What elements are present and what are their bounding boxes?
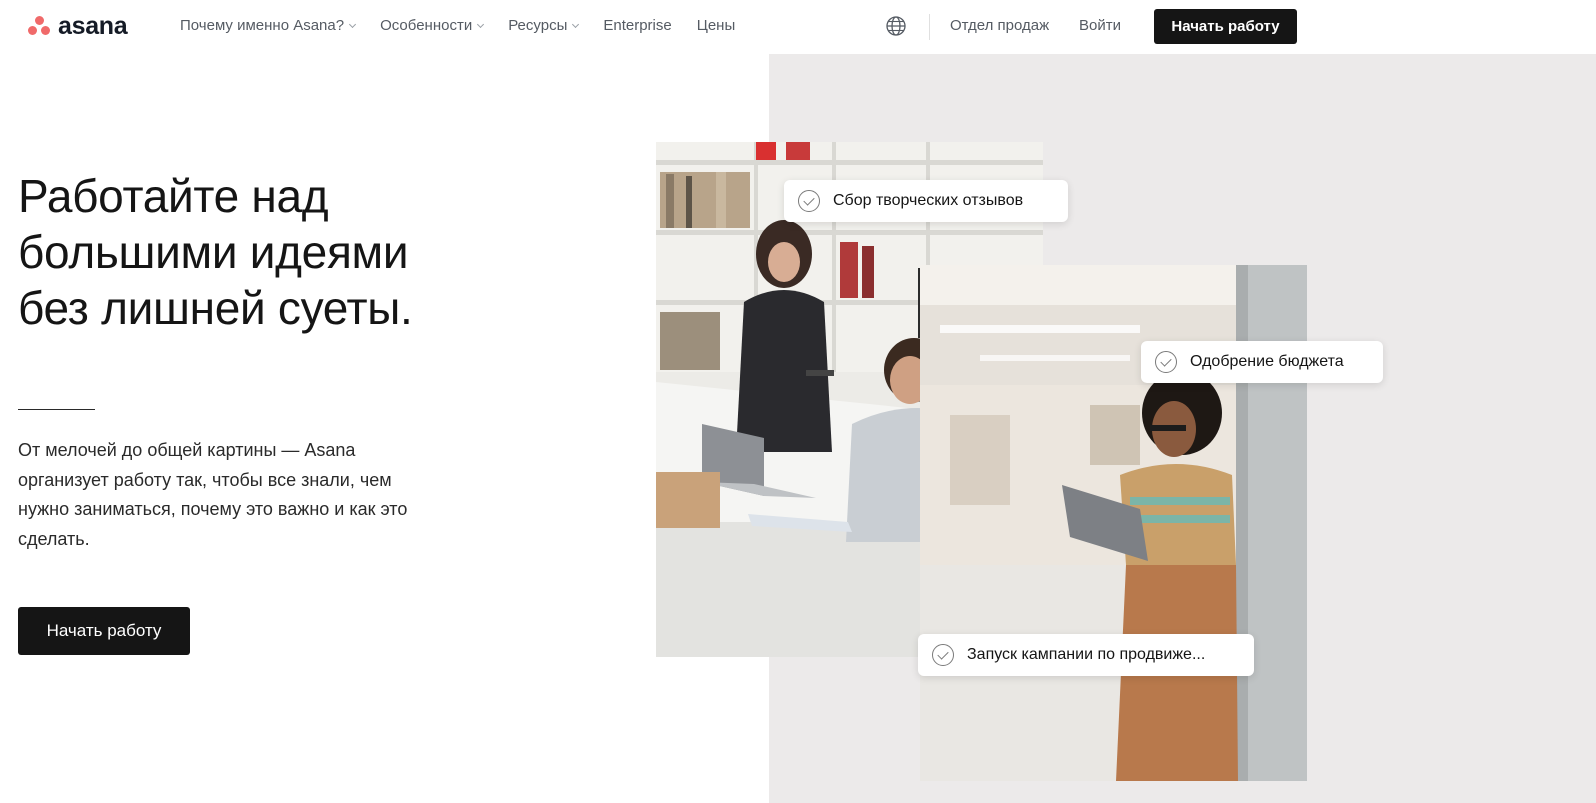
- sales-link[interactable]: Отдел продаж: [950, 17, 1049, 34]
- nav-item-label: Цены: [696, 17, 736, 34]
- main-nav: Почему именно Asana? Особенности Ресурсы…: [180, 17, 760, 34]
- nav-item-enterprise[interactable]: Enterprise: [603, 17, 671, 34]
- nav-item-why-asana[interactable]: Почему именно Asana?: [180, 17, 357, 34]
- globe-icon[interactable]: [885, 15, 907, 37]
- hero-description: От мелочей до общей картины — Asana орга…: [18, 440, 408, 549]
- check-circle-icon: [1155, 351, 1177, 373]
- nav-item-label: Ресурсы: [508, 17, 568, 34]
- nav-item-features[interactable]: Особенности: [380, 17, 485, 34]
- task-card-budget-approval: Одобрение бюджета: [1141, 341, 1383, 383]
- task-card-label: Запуск кампании по продвиже...: [967, 646, 1206, 663]
- task-card-label: Одобрение бюджета: [1190, 353, 1344, 370]
- nav-item-label: Enterprise: [603, 17, 672, 34]
- login-link[interactable]: Войти: [1079, 17, 1121, 34]
- asana-dots-icon: [28, 16, 50, 36]
- asana-logo[interactable]: asana: [28, 12, 128, 40]
- chevron-down-icon: [572, 20, 580, 28]
- nav-item-label: Почему именно Asana?: [180, 17, 345, 34]
- task-card-creative-feedback: Сбор творческих отзывов: [784, 180, 1068, 222]
- header-divider: [929, 14, 930, 40]
- chevron-down-icon: [349, 20, 357, 28]
- nav-item-resources[interactable]: Ресурсы: [508, 17, 580, 34]
- check-circle-icon: [932, 644, 954, 666]
- hero-title: Работайте над большими идеями без лишней…: [18, 170, 413, 334]
- get-started-hero-button[interactable]: Начать работу: [18, 607, 190, 655]
- nav-item-pricing[interactable]: Цены: [697, 17, 736, 34]
- logo-wordmark: asana: [58, 12, 128, 40]
- chevron-down-icon: [477, 20, 485, 28]
- get-started-header-button[interactable]: Начать работу: [1154, 9, 1297, 44]
- task-card-campaign-launch: Запуск кампании по продвиже...: [918, 634, 1254, 676]
- hero-divider: [18, 409, 95, 410]
- task-card-label: Сбор творческих отзывов: [833, 192, 1024, 209]
- check-circle-icon: [798, 190, 820, 212]
- site-header: asana Почему именно Asana? Особенности Р…: [0, 0, 1596, 54]
- nav-item-label: Особенности: [380, 17, 473, 34]
